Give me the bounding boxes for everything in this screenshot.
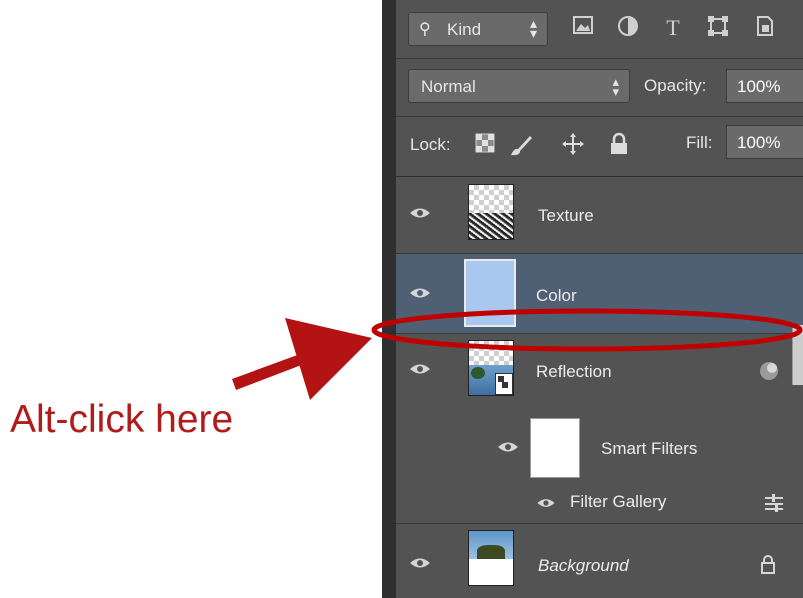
layer-row-background[interactable]: Background [396, 524, 803, 598]
layer-name: Background [538, 556, 629, 575]
opacity-label: Opacity: [644, 76, 707, 95]
visibility-eye-icon[interactable] [496, 440, 520, 456]
layer-thumbnail [464, 259, 516, 327]
layer-thumbnail [468, 530, 514, 586]
visibility-eye-icon[interactable] [534, 496, 558, 512]
updown-arrows-icon: ▴ ▾ [529, 15, 537, 41]
lock-transparent-pixels-icon[interactable] [472, 132, 498, 158]
layer-thumbnail [468, 340, 514, 396]
kind-filter-select[interactable]: ⚲ Kind ▴ ▾ [408, 12, 548, 46]
smart-filter-mask-thumbnail [530, 418, 580, 478]
adjustment-layer-filter-icon[interactable] [615, 14, 641, 42]
pixel-layer-filter-icon[interactable] [570, 14, 596, 42]
kind-label: Kind [447, 20, 482, 39]
lock-label: Lock: [410, 135, 451, 154]
blend-mode-select[interactable]: Normal ▴ ▾ [408, 69, 630, 103]
panel-scrollbar[interactable] [792, 325, 803, 385]
lock-position-icon[interactable] [560, 132, 586, 158]
layer-name: Filter Gallery [570, 492, 667, 511]
lock-image-pixels-icon[interactable] [508, 132, 534, 158]
layer-row-color[interactable]: Color [396, 254, 803, 334]
filter-blending-options-icon[interactable] [764, 494, 784, 517]
layer-name: Reflection [536, 362, 612, 381]
type-layer-filter-icon[interactable]: T [660, 14, 686, 42]
visibility-eye-icon[interactable] [408, 206, 432, 222]
lock-all-icon[interactable] [606, 132, 632, 158]
layer-row-texture[interactable]: Texture [396, 176, 803, 254]
visibility-eye-icon[interactable] [408, 362, 432, 378]
smart-object-filter-icon[interactable] [752, 14, 778, 42]
smart-filter-indicator-icon [758, 360, 780, 387]
fill-input[interactable]: 100% [726, 125, 803, 159]
fill-label: Fill: [686, 133, 713, 152]
filter-gallery-row[interactable]: Filter Gallery [396, 482, 803, 524]
visibility-eye-icon[interactable] [408, 286, 432, 302]
search-icon: ⚲ [419, 21, 431, 38]
panel-edge [382, 0, 396, 598]
layer-row-reflection[interactable]: Reflection [396, 334, 803, 412]
layer-name: Color [536, 286, 577, 305]
lock-icon [760, 554, 776, 579]
layer-name: Texture [538, 206, 594, 225]
blend-mode-value: Normal [421, 77, 476, 96]
shape-layer-filter-icon[interactable] [705, 14, 731, 42]
smart-filters-row[interactable]: Smart Filters [396, 412, 803, 482]
layer-thumbnail [468, 184, 514, 240]
layer-name: Smart Filters [601, 439, 698, 458]
opacity-input[interactable]: 100% [726, 69, 803, 103]
updown-arrows-icon: ▴ ▾ [612, 74, 619, 99]
annotation-callout: Alt-click here [10, 398, 234, 441]
visibility-eye-icon[interactable] [408, 556, 432, 572]
red-arrow [232, 318, 372, 400]
